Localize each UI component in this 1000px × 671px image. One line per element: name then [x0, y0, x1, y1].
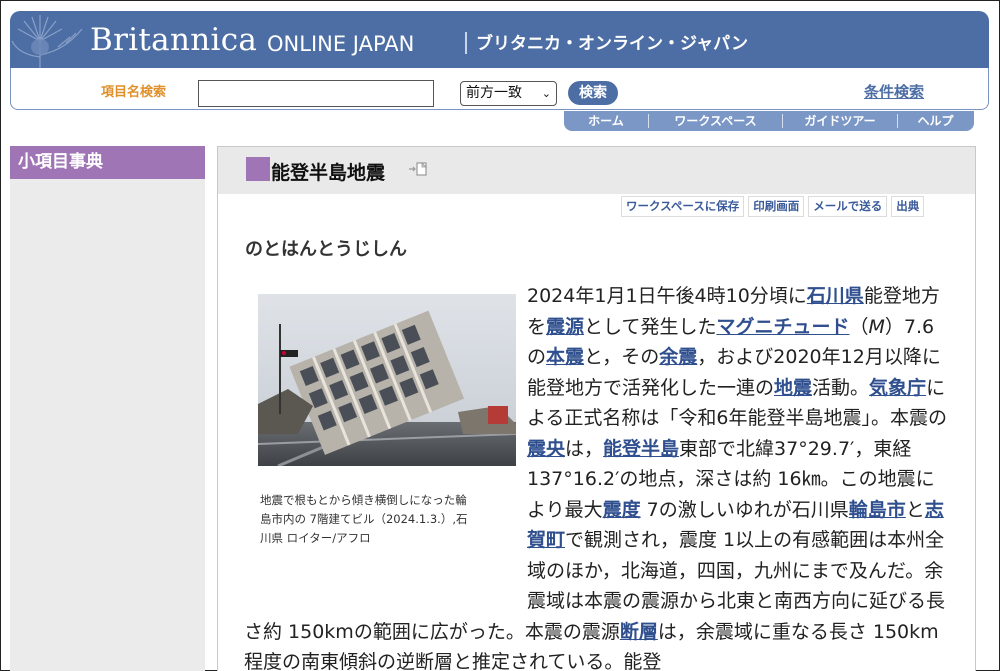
article-term-link[interactable]: 震度: [603, 499, 641, 521]
search-mode-select[interactable]: 前方一致 ⌄: [460, 81, 557, 106]
article-reading: のとはんとうじしん: [245, 239, 407, 260]
thistle-logo-icon: [11, 15, 83, 68]
article-term-link[interactable]: 本震: [546, 346, 584, 368]
top-nav: ホーム ワークスペース ガイドツアー ヘルプ: [564, 111, 974, 131]
search-input[interactable]: [198, 80, 434, 107]
nav-help[interactable]: ヘルプ: [898, 111, 973, 131]
article-term-link[interactable]: 気象庁: [869, 377, 926, 399]
article-text-segment: 2024年1月1日午後4時10分頃に: [527, 285, 807, 307]
article-toolbar: ワークスペースに保存 印刷画面 メールで送る 出典: [621, 196, 925, 217]
article-term-link[interactable]: 輪島市: [849, 499, 906, 521]
article-term-link[interactable]: マグニチュード: [716, 316, 849, 338]
article-term-link[interactable]: 石川県: [807, 285, 864, 307]
article-photo[interactable]: [258, 294, 516, 466]
title-marker: [246, 157, 270, 181]
article-term-link[interactable]: 断層: [620, 621, 658, 643]
email-button[interactable]: メールで送る: [808, 196, 888, 217]
article-term-link[interactable]: 震源: [546, 316, 584, 338]
nav-workspace[interactable]: ワークスペース: [649, 111, 782, 131]
chevron-down-icon: ⌄: [541, 87, 551, 100]
article-term-link[interactable]: 余震: [659, 346, 697, 368]
article-text-segment: と: [905, 498, 925, 521]
article-text-segment: （: [849, 315, 869, 338]
sidebar: 小項目事典: [10, 146, 205, 671]
nav-guide-tour[interactable]: ガイドツアー: [783, 111, 897, 131]
save-to-workspace-button[interactable]: ワークスペースに保存: [621, 196, 745, 217]
article-panel: 能登半島地震 ワークスペースに保存 印刷画面 メールで送る 出典 のとはんとうじ…: [217, 146, 976, 671]
article-text-segment: 活動。: [812, 376, 870, 399]
advanced-search-link[interactable]: 条件検索: [864, 81, 924, 102]
article-term-link[interactable]: 震央: [527, 438, 565, 460]
nav-home[interactable]: ホーム: [564, 111, 648, 131]
article-text-segment: 7の激しいゆれが石川県: [640, 498, 849, 521]
brand-name: Britannica: [90, 22, 258, 58]
article-italic-text: M: [868, 315, 885, 338]
article-text-segment: として発生した: [584, 315, 717, 338]
source-button[interactable]: 出典: [891, 196, 925, 217]
article-text-segment: と，その: [584, 346, 660, 368]
link-copy-icon[interactable]: [408, 161, 428, 177]
brand-subtitle: ONLINE JAPAN: [267, 32, 415, 56]
search-mode-value: 前方一致: [466, 85, 522, 101]
print-view-button[interactable]: 印刷画面: [748, 196, 805, 217]
article-term-link[interactable]: 地震: [774, 377, 812, 399]
article-term-link[interactable]: 能登半島: [603, 438, 679, 460]
search-label: 項目名検索: [101, 85, 167, 100]
search-button[interactable]: 検索: [568, 81, 618, 105]
site-header: Britannica ONLINE JAPAN ブリタニカ・オンライン・ジャパン: [10, 11, 989, 68]
photo-caption: 地震で根もとから傾き横倒しになった輪島市内の 7階建てビル（2024.1.3.）…: [260, 493, 468, 545]
brand-name-japanese: ブリタニカ・オンライン・ジャパン: [476, 34, 748, 54]
article-title-bar: 能登半島地震: [218, 147, 975, 194]
sidebar-title[interactable]: 小項目事典: [10, 146, 205, 179]
article-text-segment: は，: [565, 437, 604, 460]
collapsed-building-photo: [258, 294, 516, 466]
brand-divider: [465, 32, 467, 54]
article-title: 能登半島地震: [271, 162, 386, 184]
search-bar: 項目名検索 前方一致 ⌄ 検索 条件検索: [10, 68, 989, 110]
